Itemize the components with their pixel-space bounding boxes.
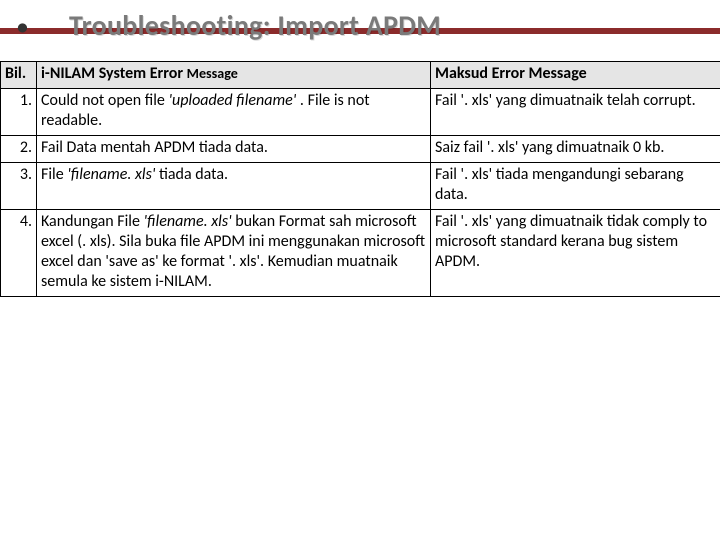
table-row: 4. Kandungan File 'filename. xls' bukan …: [1, 210, 720, 297]
cell-bil: 3.: [1, 163, 37, 210]
col-header-bil: Bil.: [1, 62, 37, 89]
msg-part-a: File: [41, 165, 67, 184]
cell-bil: 2.: [1, 136, 37, 163]
msg-part-italic: 'uploaded filename': [168, 91, 296, 110]
error-table: Bil. i-NILAM System Error Message Maksud…: [0, 61, 720, 297]
slide-header: • Troubleshooting: Import APDM: [0, 0, 720, 61]
cell-bil: 4.: [1, 210, 37, 297]
header-bullet: •: [10, 10, 29, 42]
table-header-row: Bil. i-NILAM System Error Message Maksud…: [1, 62, 720, 89]
msg-part-a: Fail Data mentah APDM tiada data.: [41, 138, 268, 157]
msg-part-b: tiada data.: [155, 165, 228, 184]
col-header-message-pre: i-NILAM System Error: [41, 64, 187, 83]
table-row: 3. File 'filename. xls' tiada data. Fail…: [1, 163, 720, 210]
cell-message: Kandungan File 'filename. xls' bukan For…: [37, 210, 431, 297]
col-header-message-sub: Message: [187, 65, 238, 82]
cell-meaning: Fail '. xls' yang dimuatnaik tidak compl…: [431, 210, 720, 297]
table-row: 1. Could not open file 'uploaded filenam…: [1, 89, 720, 136]
msg-part-italic: 'filename. xls': [144, 212, 232, 231]
cell-meaning: Saiz fail '. xls' yang dimuatnaik 0 kb.: [431, 136, 720, 163]
msg-part-a: Could not open file: [41, 91, 168, 110]
cell-message: File 'filename. xls' tiada data.: [37, 163, 431, 210]
cell-message: Could not open file 'uploaded filename' …: [37, 89, 431, 136]
msg-part-a: Kandungan File: [41, 212, 144, 231]
cell-meaning: Fail '. xls' yang dimuatnaik telah corru…: [431, 89, 720, 136]
col-header-message: i-NILAM System Error Message: [37, 62, 431, 89]
table-row: 2. Fail Data mentah APDM tiada data. Sai…: [1, 136, 720, 163]
col-header-meaning: Maksud Error Message: [431, 62, 720, 89]
cell-bil: 1.: [1, 89, 37, 136]
page-title: Troubleshooting: Import APDM: [69, 8, 441, 43]
cell-message: Fail Data mentah APDM tiada data.: [37, 136, 431, 163]
cell-meaning: Fail '. xls' tiada mengandungi sebarang …: [431, 163, 720, 210]
msg-part-italic: 'filename. xls': [67, 165, 155, 184]
